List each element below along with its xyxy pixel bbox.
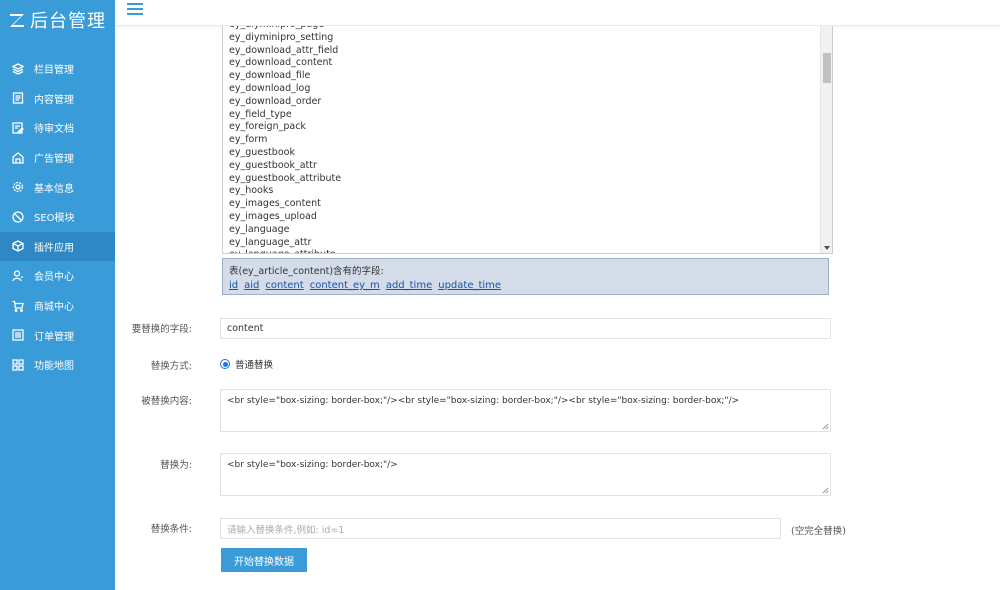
ad-icon [12, 151, 24, 164]
sidebar-item-seo[interactable]: SEO模块 [0, 202, 115, 232]
search-content-label: 被替换内容: [141, 396, 192, 407]
table-option[interactable]: ey_download_order [229, 96, 818, 109]
field-input[interactable]: content [220, 318, 831, 339]
plugin-cube-icon [12, 240, 24, 253]
table-option[interactable]: ey_images_content [229, 198, 818, 211]
condition-input[interactable]: 请输入替换条件,例如: id=1 [220, 518, 781, 539]
sidebar-item-content[interactable]: 内容管理 [0, 84, 115, 114]
field-input-value: content [227, 323, 264, 334]
layers-icon [12, 63, 24, 75]
mode-radio-normal[interactable]: 普通替换 [220, 357, 273, 371]
sidebar-item-label: 商城中心 [34, 302, 74, 314]
document-icon [12, 92, 24, 105]
table-option[interactable]: ey_field_type [229, 109, 818, 122]
table-option[interactable]: ey_images_upload [229, 211, 818, 224]
logo-text: 后台管理 [30, 11, 106, 32]
grid-map-icon [12, 359, 24, 371]
sidebar-item-label: 基本信息 [34, 183, 74, 195]
seo-icon [12, 211, 24, 223]
sidebar-item-label: SEO模块 [34, 213, 75, 225]
table-option[interactable]: ey_hooks [229, 185, 818, 198]
logo-z-icon [10, 14, 24, 27]
table-fields-box: 表(ey_article_content)含有的字段: id aid content… [222, 258, 829, 295]
sidebar-item-category[interactable]: 栏目管理 [0, 54, 115, 84]
table-option[interactable]: ey_download_log [229, 83, 818, 96]
sidebar-item-label: 会员中心 [34, 272, 74, 284]
sidebar: 后台管理 栏目管理 内容管理 待审文档 广告管理 基本信息 SEO模块 插件应用… [0, 0, 115, 590]
mode-option-label: 普通替换 [235, 360, 274, 371]
replace-with-label: 替换为: [160, 460, 192, 471]
table-option[interactable]: ey_download_file [229, 70, 818, 83]
sidebar-item-members[interactable]: 会员中心 [0, 261, 115, 291]
gear-icon [12, 181, 24, 193]
hamburger-menu-icon[interactable] [127, 3, 143, 17]
condition-hint: (空完全替换) [791, 526, 846, 537]
table-options: ey_diyminipro_pageey_diyminipro_settinge… [229, 26, 818, 253]
field-link[interactable]: content [265, 280, 303, 291]
radio-checked-icon[interactable] [220, 359, 230, 369]
field-link[interactable]: content_ey_m [310, 280, 380, 291]
table-option[interactable]: ey_guestbook [229, 147, 818, 160]
field-label: 要替换的字段: [131, 324, 192, 335]
mode-label: 替换方式: [150, 361, 192, 372]
resize-grip-icon[interactable] [822, 487, 829, 494]
logo[interactable]: 后台管理 [0, 0, 115, 40]
sidebar-nav: 栏目管理 内容管理 待审文档 广告管理 基本信息 SEO模块 插件应用 会员中心… [0, 54, 115, 380]
replace-with-textarea[interactable]: <br style="box-sizing: border-box;"/> [220, 453, 831, 496]
order-list-icon [12, 329, 24, 341]
sidebar-item-label: 功能地图 [34, 361, 74, 373]
table-option[interactable]: ey_diyminipro_setting [229, 32, 818, 45]
sidebar-item-label: 插件应用 [34, 242, 74, 254]
replace-with-value: <br style="box-sizing: border-box;"/> [227, 460, 398, 470]
sidebar-item-plugins[interactable]: 插件应用 [0, 231, 115, 262]
table-option[interactable]: ey_language [229, 224, 818, 237]
resize-grip-icon[interactable] [822, 423, 829, 430]
fields-title: 表(ey_article_content)含有的字段: [229, 266, 384, 277]
table-option[interactable]: ey_guestbook_attribute [229, 173, 818, 186]
sidebar-item-feature-map[interactable]: 功能地图 [0, 350, 115, 380]
field-link[interactable]: aid [244, 280, 259, 291]
start-replace-button[interactable]: 开始替换数据 [221, 548, 307, 572]
table-option[interactable]: ey_download_content [229, 57, 818, 70]
field-link[interactable]: update_time [438, 280, 501, 291]
sidebar-item-shop[interactable]: 商城中心 [0, 291, 115, 321]
topbar [115, 0, 1000, 26]
sidebar-item-label: 广告管理 [34, 154, 74, 166]
user-icon [12, 270, 24, 282]
table-option[interactable]: ey_language_attr [229, 237, 818, 250]
table-option[interactable]: ey_form [229, 134, 818, 147]
sidebar-item-basic-info[interactable]: 基本信息 [0, 172, 115, 202]
table-option[interactable]: ey_language_attribute [229, 249, 818, 253]
table-option[interactable]: ey_guestbook_attr [229, 160, 818, 173]
condition-placeholder: 请输入替换条件,例如: id=1 [227, 524, 345, 536]
sidebar-item-pending-docs[interactable]: 待审文档 [0, 113, 115, 143]
sidebar-item-orders[interactable]: 订单管理 [0, 320, 115, 350]
field-link[interactable]: id [229, 280, 238, 291]
search-content-value: <br style="box-sizing: border-box;"/><br… [227, 396, 740, 406]
condition-label: 替换条件: [150, 524, 192, 535]
search-content-textarea[interactable]: <br style="box-sizing: border-box;"/><br… [220, 389, 831, 432]
scroll-thumb[interactable] [823, 53, 831, 83]
table-select-list[interactable]: ey_diyminipro_pageey_diyminipro_settinge… [222, 26, 833, 254]
scroll-down-arrow-icon[interactable] [824, 246, 830, 250]
table-option[interactable]: ey_foreign_pack [229, 121, 818, 134]
sidebar-item-label: 栏目管理 [34, 65, 74, 77]
sidebar-item-ads[interactable]: 广告管理 [0, 143, 115, 173]
pending-doc-icon [12, 122, 24, 134]
field-links: id aid content content_ey_m add_time update_t… [229, 280, 822, 291]
sidebar-item-label: 内容管理 [34, 94, 74, 106]
field-link[interactable]: add_time [386, 280, 432, 291]
cart-icon [12, 300, 24, 312]
sidebar-item-label: 订单管理 [34, 331, 74, 343]
table-option[interactable]: ey_download_attr_field [229, 45, 818, 58]
table-list-scrollbar[interactable] [820, 26, 832, 253]
sidebar-item-label: 待审文档 [34, 124, 74, 136]
